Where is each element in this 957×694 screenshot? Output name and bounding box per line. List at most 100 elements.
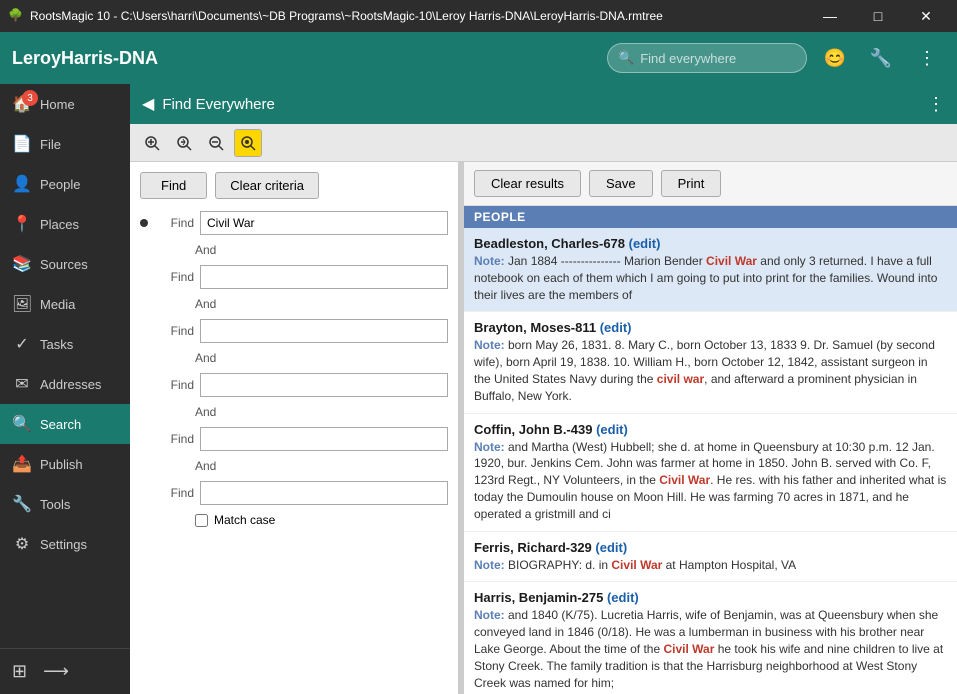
publish-icon: 📤 [12,454,32,474]
criteria-input-6[interactable] [200,481,448,505]
criteria-input-4[interactable] [200,373,448,397]
sidebar-item-tools[interactable]: 🔧 Tools [0,484,130,524]
results-toolbar: Clear results Save Print [464,162,957,206]
tools-button[interactable]: 🔧 [863,40,899,76]
sidebar-label-places: Places [40,217,79,232]
results-panel: Clear results Save Print PEOPLE Beadlest… [464,162,957,694]
result-item-coffin[interactable]: Coffin, John B.-439 (edit) Note: and Mar… [464,414,957,532]
section-title: Find Everywhere [162,96,919,113]
sidebar-item-places[interactable]: 📍 Places [0,204,130,244]
content-area: ◀ Find Everywhere ⋮ [130,84,957,694]
sidebar: 🏠 Home 3 📄 File 👤 People 📍 Places 📚 Sour… [0,84,130,694]
criteria-panel: Find Clear criteria Find And Find And [130,162,460,694]
match-case-label: Match case [214,513,275,527]
hints-button[interactable]: 😊 [817,40,853,76]
result-name-brayton: Brayton, Moses-811 (edit) [474,320,947,335]
result-item-ferris[interactable]: Ferris, Richard-329 (edit) Note: BIOGRAP… [464,532,957,583]
section-header: ◀ Find Everywhere ⋮ [130,84,957,124]
criteria-input-5[interactable] [200,427,448,451]
criteria-find-label-1: Find [154,216,194,230]
close-button[interactable]: ✕ [903,0,949,32]
zoom-in-alt-button[interactable] [170,129,198,157]
result-note-ferris: Note: BIOGRAPHY: d. in Civil War at Hamp… [474,557,947,574]
result-name-beadleston: Beadleston, Charles-678 (edit) [474,236,947,251]
match-case-checkbox[interactable] [195,514,208,527]
search-icon: 🔍 [618,50,634,66]
edit-link-brayton[interactable]: (edit) [600,320,632,335]
app-title: LeroyHarris-DNA [12,48,597,69]
edit-link-ferris[interactable]: (edit) [595,540,627,555]
criteria-row-2: Find [140,265,448,289]
sidebar-item-file[interactable]: 📄 File [0,124,130,164]
people-section-header: PEOPLE [464,206,957,228]
sidebar-item-home[interactable]: 🏠 Home 3 [0,84,130,124]
zoom-highlight-button[interactable] [234,129,262,157]
sidebar-item-media[interactable]: 🖼 Media [0,284,130,324]
print-button[interactable]: Print [661,170,722,197]
more-menu-button[interactable]: ⋮ [909,40,945,76]
sidebar-label-home: Home [40,97,75,112]
sidebar-label-addresses: Addresses [40,377,101,392]
result-item-harris-benjamin[interactable]: Harris, Benjamin-275 (edit) Note: and 18… [464,582,957,694]
criteria-find-label-5: Find [154,432,194,446]
result-note-coffin: Note: and Martha (West) Hubbell; she d. … [474,439,947,523]
result-name-ferris: Ferris, Richard-329 (edit) [474,540,947,555]
clear-criteria-button[interactable]: Clear criteria [215,172,319,199]
edit-link-harris-benjamin[interactable]: (edit) [607,590,639,605]
zoom-in-button[interactable] [138,129,166,157]
minimize-button[interactable]: — [807,0,853,32]
sidebar-bottom: ⊞ ⟶ [0,648,130,694]
sidebar-item-sources[interactable]: 📚 Sources [0,244,130,284]
sidebar-label-file: File [40,137,61,152]
sidebar-grid-button[interactable]: ⊞ [8,657,31,686]
section-menu-button[interactable]: ⋮ [927,94,945,115]
settings-icon: ⚙ [12,534,32,554]
sidebar-item-tasks[interactable]: ✓ Tasks [0,324,130,364]
clear-results-button[interactable]: Clear results [474,170,581,197]
sidebar-bottom-buttons: ⊞ ⟶ [0,649,130,694]
sidebar-item-people[interactable]: 👤 People [0,164,130,204]
find-button[interactable]: Find [140,172,207,199]
and-row-5: And [195,459,448,473]
collapse-button[interactable]: ◀ [142,94,154,114]
sidebar-label-tools: Tools [40,497,70,512]
app-header: LeroyHarris-DNA 🔍 😊 🔧 ⋮ [0,32,957,84]
criteria-input-1[interactable] [200,211,448,235]
sidebar-item-search[interactable]: 🔍 Search [0,404,130,444]
sidebar-arrow-button[interactable]: ⟶ [39,657,73,686]
edit-link-beadleston[interactable]: (edit) [629,236,661,251]
criteria-input-2[interactable] [200,265,448,289]
criteria-find-label-4: Find [154,378,194,392]
sidebar-label-sources: Sources [40,257,88,272]
zoom-out-button[interactable] [202,129,230,157]
media-icon: 🖼 [12,294,32,314]
sidebar-item-addresses[interactable]: ✉ Addresses [0,364,130,404]
result-item-brayton[interactable]: Brayton, Moses-811 (edit) Note: born May… [464,312,957,413]
criteria-row-3: Find [140,319,448,343]
criteria-row-1: Find [140,211,448,235]
result-note-harris-benjamin: Note: and 1840 (K/75). Lucretia Harris, … [474,607,947,691]
tools-sidebar-icon: 🔧 [12,494,32,514]
home-badge: 3 [22,90,38,106]
and-row-1: And [195,243,448,257]
sidebar-item-publish[interactable]: 📤 Publish [0,444,130,484]
title-bar: 🌳 RootsMagic 10 - C:\Users\harri\Documen… [0,0,957,32]
and-row-3: And [195,351,448,365]
sources-icon: 📚 [12,254,32,274]
find-clear-row: Find Clear criteria [140,172,448,199]
result-name-harris-benjamin: Harris, Benjamin-275 (edit) [474,590,947,605]
maximize-button[interactable]: □ [855,0,901,32]
save-button[interactable]: Save [589,170,653,197]
criteria-input-3[interactable] [200,319,448,343]
places-icon: 📍 [12,214,32,234]
edit-link-coffin[interactable]: (edit) [596,422,628,437]
criteria-dot-1 [140,219,148,227]
people-icon: 👤 [12,174,32,194]
global-search-input[interactable] [640,51,796,66]
global-search-box[interactable]: 🔍 [607,43,807,73]
file-icon: 📄 [12,134,32,154]
sidebar-label-search: Search [40,417,81,432]
sidebar-item-settings[interactable]: ⚙ Settings [0,524,130,564]
result-item-beadleston[interactable]: Beadleston, Charles-678 (edit) Note: Jan… [464,228,957,312]
sidebar-label-settings: Settings [40,537,87,552]
